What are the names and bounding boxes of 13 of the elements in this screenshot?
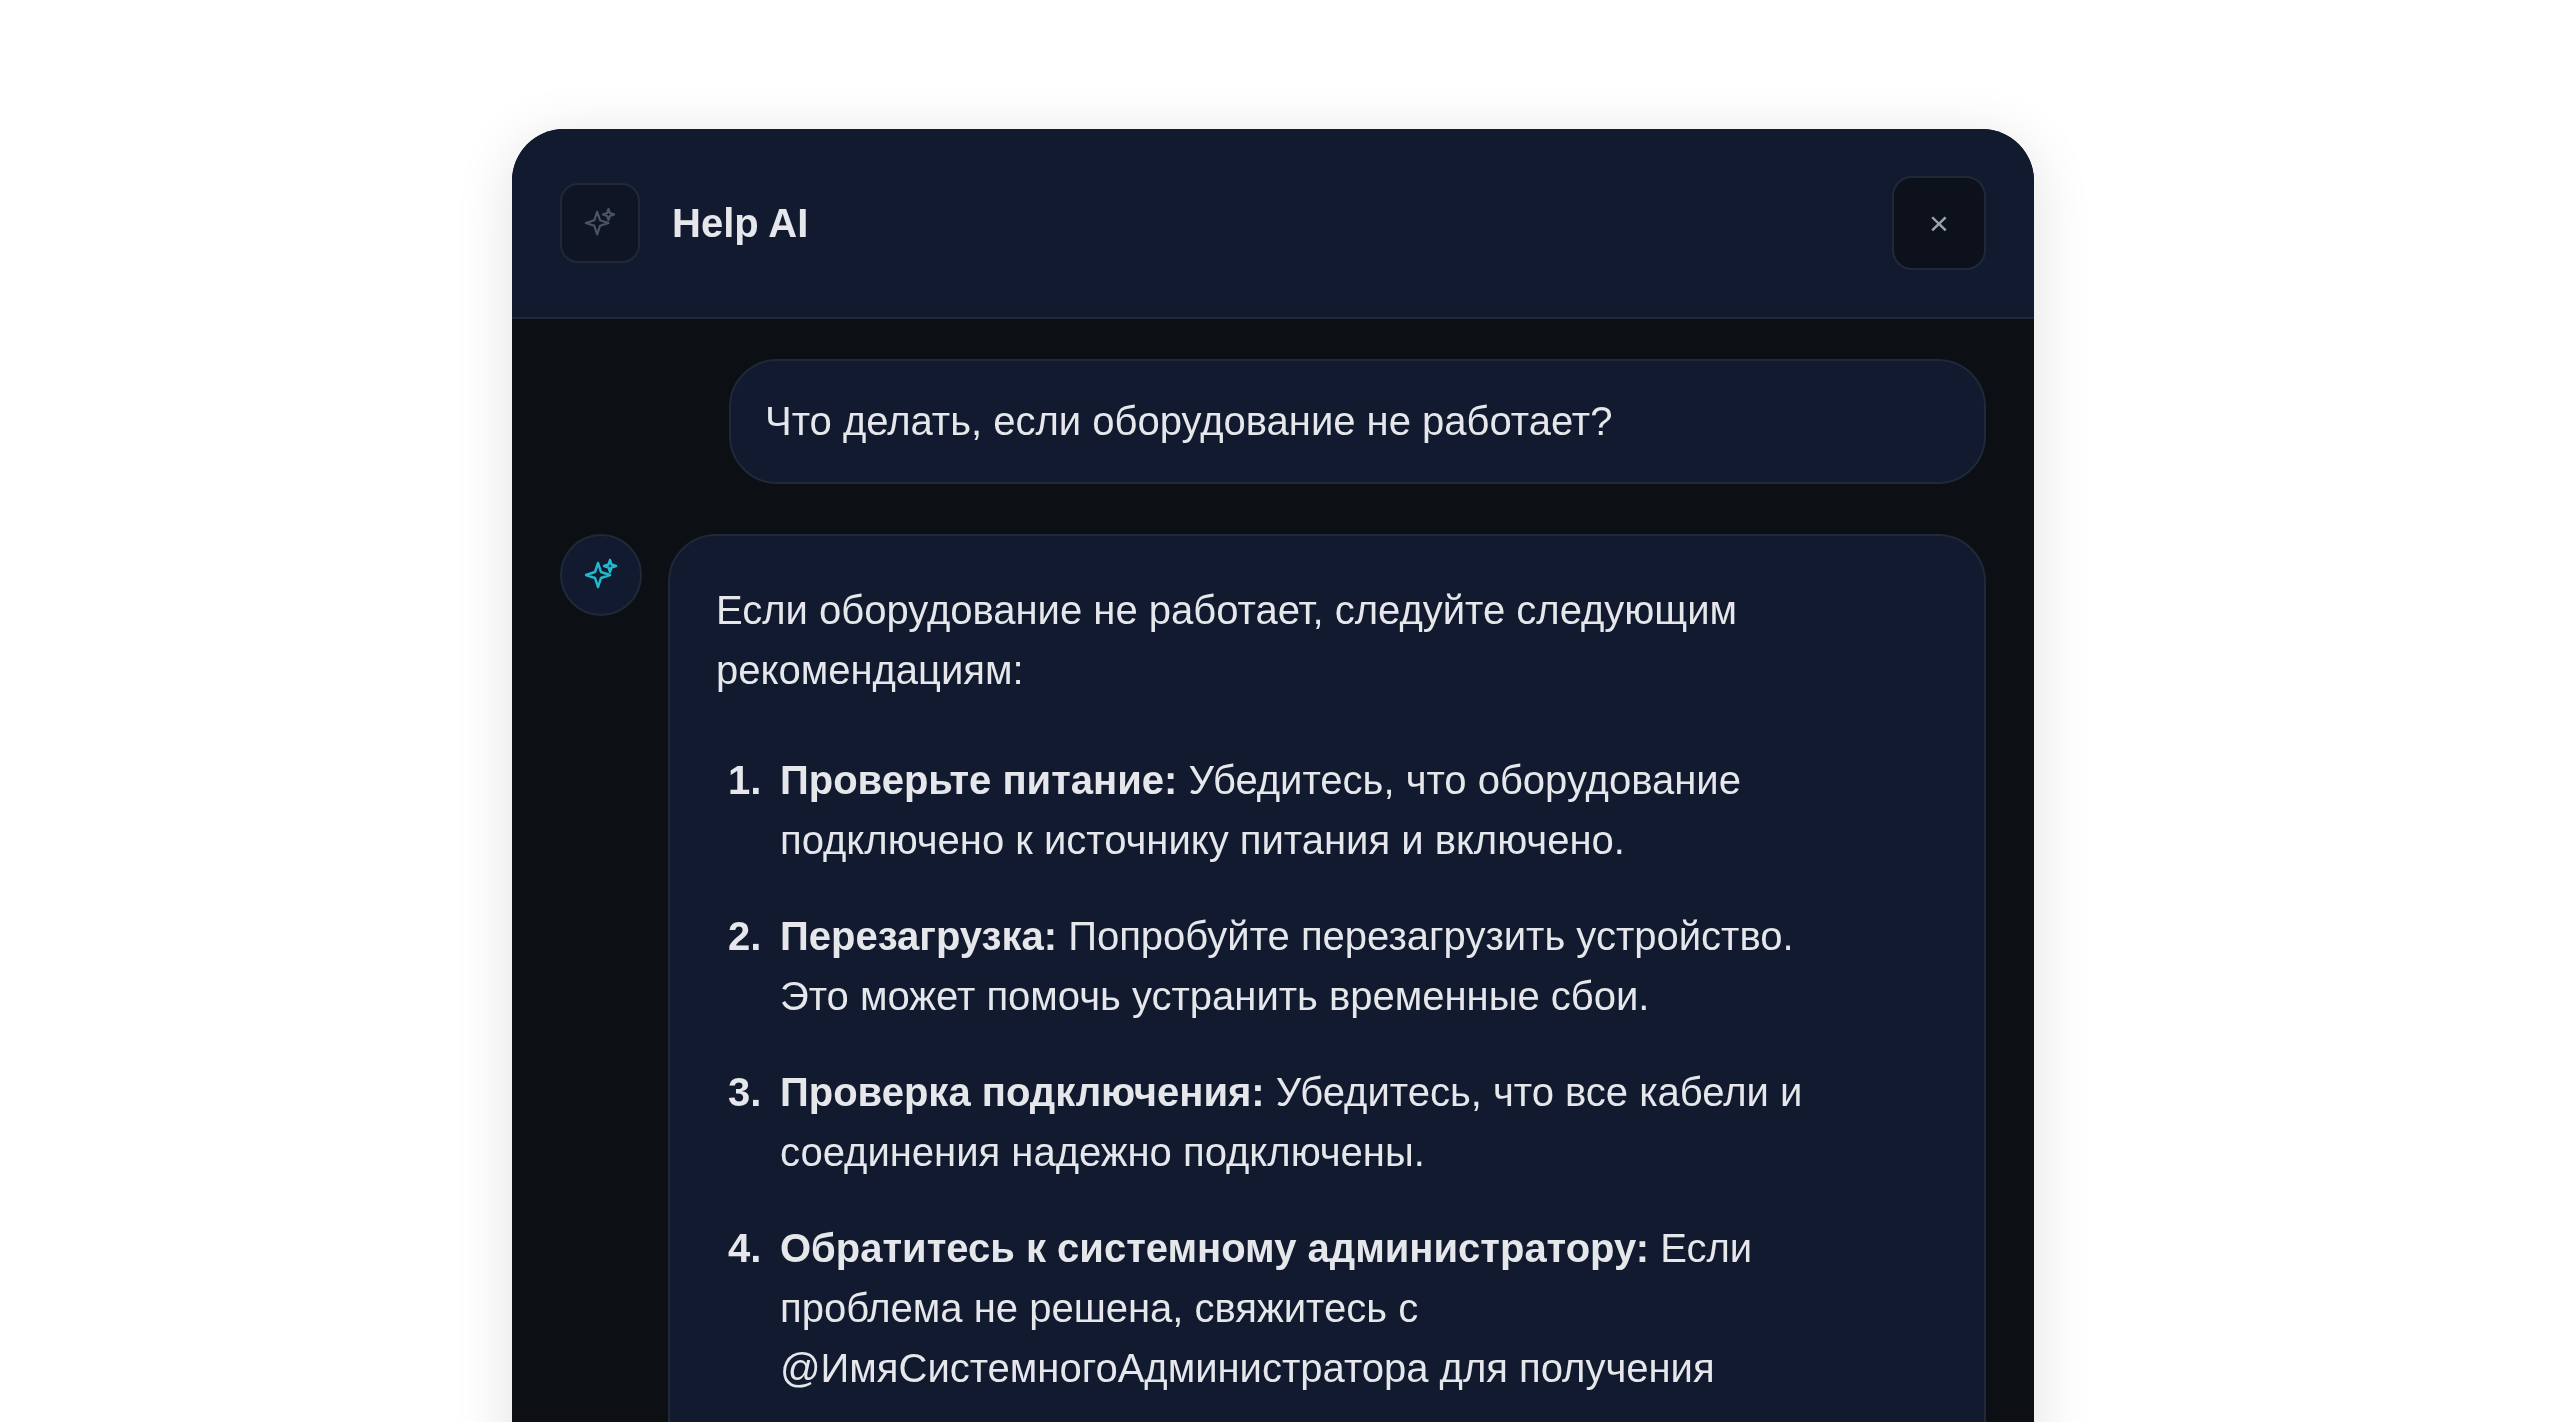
- window-title: Help AI: [672, 200, 810, 246]
- step-text: Перезагрузка: Попробуйте перезагрузить устройство. Это может помочь устранить временные сбои.: [780, 913, 1795, 1020]
- step-number: 3.: [728, 1069, 763, 1116]
- step-number: 4.: [728, 1225, 763, 1272]
- message-text: Если оборудование не работает, следуйте следующим рекомендациям:: [716, 587, 1739, 694]
- step-number: 2.: [728, 913, 763, 960]
- close-button[interactable]: ×: [1892, 176, 1986, 270]
- step-text: Обратитесь к системному администратору: Если проблема не решена, свяжитесь с @ИмяСистемногоАдминистратора для получения: [780, 1225, 1754, 1392]
- step-text: Проверьте питание: Убедитесь, что оборудование подключено к источнику питания и включено.: [780, 757, 1742, 864]
- step-number: 1.: [728, 757, 763, 804]
- step-text: Проверка подключения: Убедитесь, что все кабели и соединения надежно подключены.: [780, 1069, 1804, 1176]
- user-message: Что делать, если оборудование не работает?: [729, 359, 1986, 484]
- sparkle-icon: [560, 183, 640, 263]
